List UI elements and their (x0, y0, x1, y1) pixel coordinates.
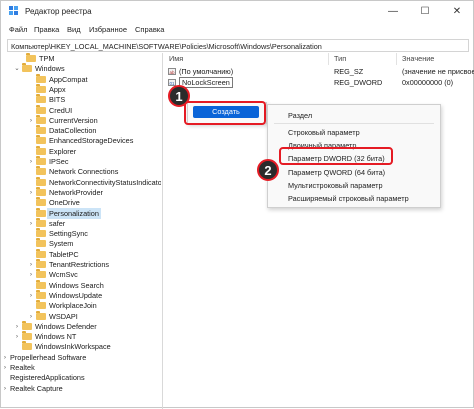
column-header-data[interactable]: Значение (397, 53, 473, 65)
value-type: REG_SZ (334, 67, 364, 76)
folder-icon (36, 248, 46, 258)
folder-icon (36, 217, 46, 227)
submenu-item[interactable]: Строковый параметр (268, 126, 440, 139)
folder-icon (36, 228, 46, 238)
submenu-separator (274, 123, 434, 124)
folder-icon (36, 166, 46, 176)
pane-splitter[interactable] (162, 53, 163, 409)
folder-icon (36, 135, 46, 145)
step-1-marker: 1 (168, 85, 190, 107)
folder-icon (22, 320, 32, 330)
address-path: Компьютер\HKEY_LOCAL_MACHINE\SOFTWARE\Po… (11, 42, 322, 51)
minimize-button[interactable]: — (377, 1, 409, 23)
column-header-type[interactable]: Тип (329, 53, 397, 65)
registry-tree: TPM ⌄ Windows AppCompat Appx BITS CredUI › Curre… (1, 53, 161, 409)
value-row[interactable]: 01 NoLockScreen REG_DWORD 0x00000000 (0) (164, 77, 473, 88)
address-bar[interactable]: Компьютер\HKEY_LOCAL_MACHINE\SOFTWARE\Po… (7, 39, 469, 52)
folder-icon (36, 289, 46, 299)
folder-icon (22, 331, 32, 341)
maximize-button[interactable]: ☐ (409, 1, 441, 23)
value-row[interactable]: ab (По умолчанию) REG_SZ (значение не пр… (164, 66, 474, 77)
folder-icon (36, 104, 46, 114)
submenu-item[interactable]: Мультистроковый параметр (268, 179, 440, 192)
string-value-icon: ab (168, 68, 176, 75)
folder-icon (36, 125, 46, 135)
menu-view[interactable]: Вид (67, 25, 81, 34)
value-data: (значение не присвоено) (402, 67, 474, 76)
registry-app-icon (9, 6, 18, 15)
folder-icon (36, 310, 46, 320)
folder-icon (36, 156, 46, 165)
title-bar: Редактор реестра — ☐ ✕ (1, 1, 473, 23)
folder-icon (36, 83, 46, 93)
folder-icon (36, 300, 46, 310)
folder-icon (36, 259, 46, 268)
folder-icon (36, 94, 46, 104)
highlight-create (184, 101, 266, 125)
folder-icon (26, 53, 36, 62)
value-type: REG_DWORD (334, 78, 383, 87)
menu-bar: Файл Правка Вид Избранное Справка (1, 23, 473, 37)
submenu-item[interactable]: Раздел (268, 109, 440, 122)
tree-item-label: Realtek Capture (10, 383, 63, 393)
menu-file[interactable]: Файл (9, 25, 27, 34)
highlight-dword (279, 147, 393, 165)
folder-icon (36, 186, 46, 196)
close-button[interactable]: ✕ (441, 1, 473, 23)
value-name: NoLockScreen (179, 77, 233, 88)
folder-icon (22, 63, 32, 73)
folder-icon (22, 341, 32, 351)
column-header-name[interactable]: Имя (164, 53, 329, 65)
menu-help[interactable]: Справка (135, 25, 164, 34)
value-name: (По умолчанию) (179, 67, 234, 76)
window-title: Редактор реестра (25, 7, 92, 16)
folder-icon (36, 176, 46, 186)
submenu-item[interactable]: Расширяемый строковый параметр (268, 192, 440, 205)
folder-icon (36, 197, 46, 207)
folder-icon (36, 269, 46, 279)
menu-favorites[interactable]: Избранное (89, 25, 127, 34)
value-data: 0x00000000 (0) (402, 78, 454, 87)
folder-icon (36, 238, 46, 248)
chevron-right-icon[interactable]: › (1, 383, 9, 394)
folder-icon (36, 145, 46, 155)
folder-icon (36, 279, 46, 289)
tree-item[interactable]: › Realtek Capture (1, 383, 161, 394)
submenu-item[interactable]: Параметр QWORD (64 бита) (268, 166, 440, 179)
folder-icon (36, 73, 46, 83)
folder-icon (36, 207, 46, 217)
registry-editor-window: Редактор реестра — ☐ ✕ Файл Правка Вид И… (0, 0, 474, 409)
folder-icon (36, 114, 46, 124)
step-2-marker: 2 (257, 159, 279, 181)
menu-edit[interactable]: Правка (34, 25, 59, 34)
